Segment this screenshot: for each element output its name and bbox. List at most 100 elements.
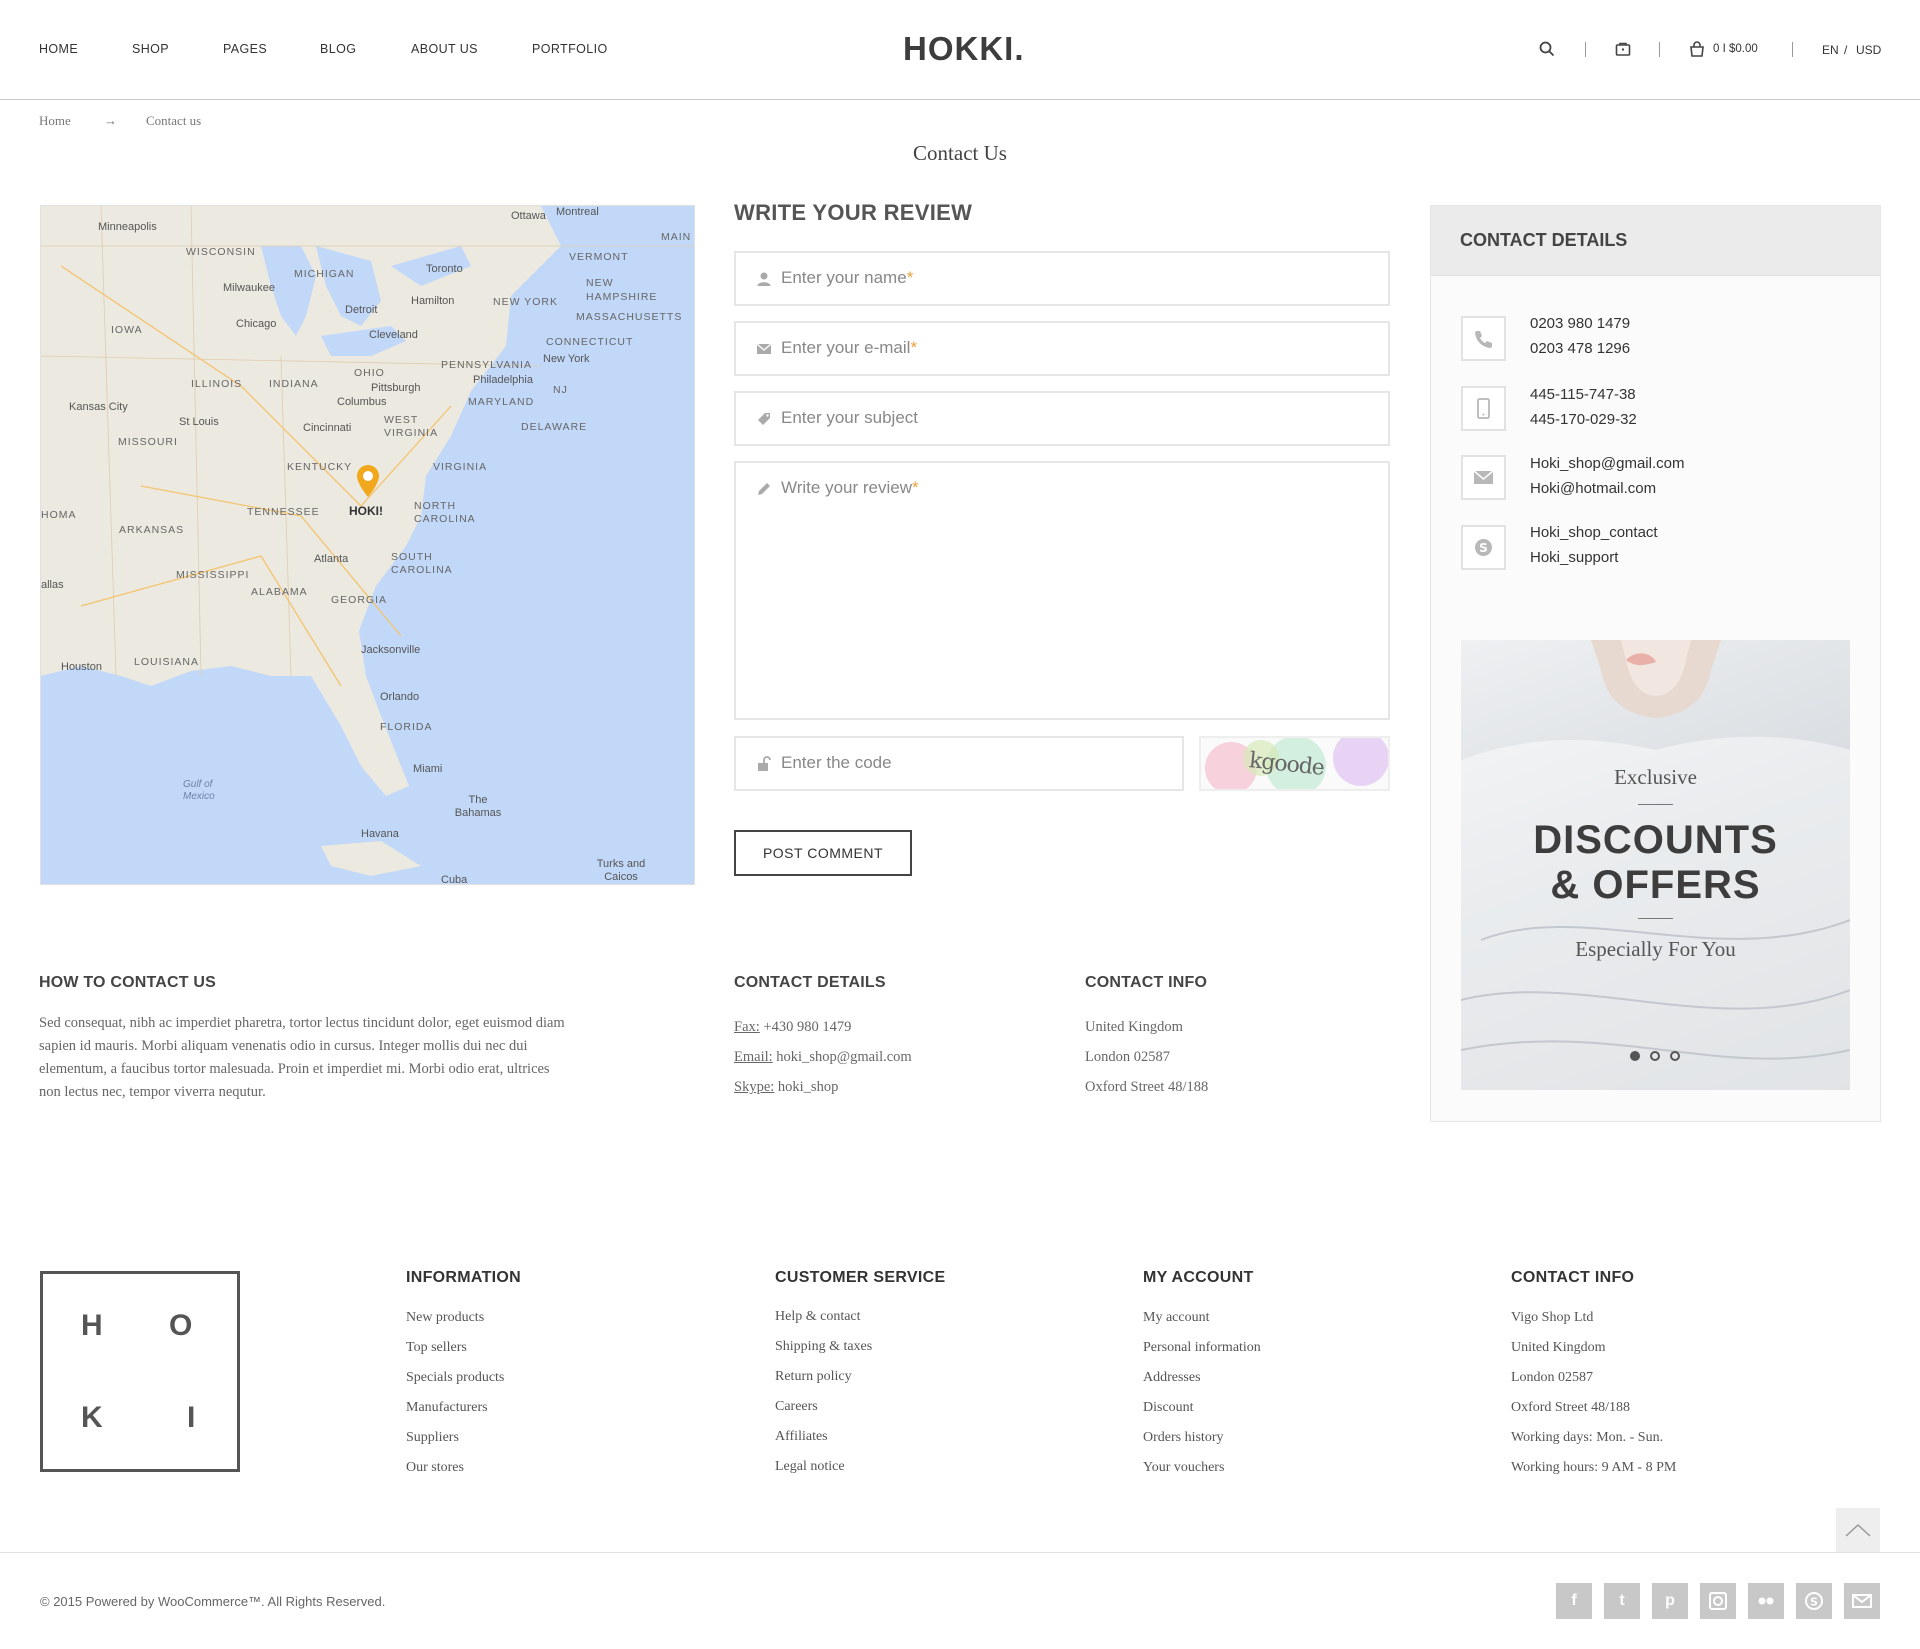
google-map[interactable]: Ottawa Montreal MAIN Minneapolis WISCONS… bbox=[40, 205, 695, 885]
email-field[interactable]: Enter your e-mail* bbox=[734, 321, 1390, 376]
promo-line1: Exclusive bbox=[1614, 765, 1697, 789]
post-comment-button[interactable]: POST COMMENT bbox=[734, 830, 912, 876]
skype-handle[interactable]: Hoki_shop_contact bbox=[1530, 524, 1658, 541]
promo-line3: & OFFERS bbox=[1550, 863, 1761, 907]
mobile-number[interactable]: 445-170-029-32 bbox=[1530, 411, 1637, 428]
svg-text:S: S bbox=[1479, 541, 1488, 555]
search-icon[interactable] bbox=[1539, 41, 1555, 62]
wishlist-icon[interactable] bbox=[1615, 41, 1631, 62]
review-textarea[interactable]: Write your review* bbox=[734, 461, 1390, 720]
cart-summary[interactable]: 0 I $0.00 bbox=[1713, 43, 1758, 55]
mail-icon[interactable] bbox=[1844, 1583, 1880, 1619]
map-label: Columbus bbox=[337, 396, 387, 408]
slider-dot-active[interactable] bbox=[1630, 1051, 1640, 1061]
slider-dot[interactable] bbox=[1650, 1051, 1660, 1061]
map-label: HOMA bbox=[41, 509, 77, 521]
map-label: Cuba bbox=[441, 874, 468, 885]
facebook-icon[interactable]: f bbox=[1556, 1583, 1592, 1619]
header-divider bbox=[1585, 42, 1586, 57]
contact-info-heading: CONTACT INFO bbox=[1085, 974, 1208, 991]
footer-contact-line: United Kingdom bbox=[1511, 1340, 1606, 1355]
tumblr-icon[interactable]: t bbox=[1604, 1583, 1640, 1619]
map-label: Pittsburgh bbox=[371, 382, 421, 394]
map-label: Havana bbox=[361, 828, 399, 840]
footer-link[interactable]: Suppliers bbox=[406, 1430, 459, 1446]
skype-value[interactable]: hoki_shop bbox=[778, 1079, 838, 1095]
footer-contact-line: Working days: Mon. - Sun. bbox=[1511, 1430, 1664, 1445]
footer-link[interactable]: Affiliates bbox=[775, 1429, 828, 1445]
footer-logo-letter: I bbox=[187, 1401, 196, 1434]
footer-link[interactable]: Return policy bbox=[775, 1369, 852, 1385]
footer-link[interactable]: Personal information bbox=[1143, 1340, 1261, 1356]
name-field[interactable]: Enter your name* bbox=[734, 251, 1390, 306]
captcha-input[interactable]: Enter the code bbox=[734, 736, 1184, 791]
slider-dot[interactable] bbox=[1670, 1051, 1680, 1061]
map-marker-icon[interactable] bbox=[356, 464, 380, 503]
skype-icon[interactable]: S bbox=[1796, 1583, 1832, 1619]
cart-icon[interactable] bbox=[1689, 41, 1705, 62]
nav-about-us[interactable]: ABOUT US bbox=[411, 42, 478, 56]
how-to-line: elementum, a faucibus tortor malesuada. … bbox=[39, 1061, 550, 1077]
footer-link[interactable]: Manufacturers bbox=[406, 1400, 488, 1416]
contact-info-line: United Kingdom bbox=[1085, 1019, 1183, 1035]
footer-link[interactable]: Careers bbox=[775, 1399, 818, 1415]
nav-shop[interactable]: SHOP bbox=[132, 42, 169, 56]
map-label: IOWA bbox=[111, 324, 143, 336]
nav-blog[interactable]: BLOG bbox=[320, 42, 356, 56]
email-address[interactable]: Hoki_shop@gmail.com bbox=[1530, 455, 1684, 472]
contact-sidebar: CONTACT DETAILS 0203 980 1479 0203 478 1… bbox=[1430, 205, 1881, 1122]
contact-info-list: United Kingdom London 02587 Oxford Stree… bbox=[1085, 1012, 1208, 1102]
nav-portfolio[interactable]: PORTFOLIO bbox=[532, 42, 608, 56]
subject-field[interactable]: Enter your subject bbox=[734, 391, 1390, 446]
footer-link[interactable]: Your vouchers bbox=[1143, 1460, 1224, 1476]
footer-link[interactable]: Orders history bbox=[1143, 1430, 1224, 1446]
promo-banner[interactable]: Exclusive DISCOUNTS & OFFERS Especially … bbox=[1461, 640, 1850, 1090]
currency-selector[interactable]: USD bbox=[1856, 43, 1881, 57]
footer-link[interactable]: Specials products bbox=[406, 1370, 504, 1386]
skype-handle[interactable]: Hoki_support bbox=[1530, 549, 1618, 566]
map-label: TENNESSEE bbox=[247, 506, 320, 518]
map-label: MARYLAND bbox=[468, 396, 535, 408]
map-label: NEW HAMPSHIRE bbox=[586, 277, 658, 303]
email-value[interactable]: hoki_shop@gmail.com bbox=[776, 1049, 911, 1065]
flickr-icon[interactable] bbox=[1748, 1583, 1784, 1619]
map-label: DELAWARE bbox=[521, 421, 588, 433]
footer-logo[interactable]: H O K I bbox=[40, 1271, 240, 1472]
footer-link[interactable]: Top sellers bbox=[406, 1340, 467, 1356]
footer-heading-information: INFORMATION bbox=[406, 1269, 521, 1286]
map-label: MAIN bbox=[661, 231, 692, 243]
nav-home[interactable]: HOME bbox=[39, 42, 78, 56]
breadcrumb-home[interactable]: Home bbox=[39, 113, 71, 129]
map-label: WISCONSIN bbox=[186, 246, 256, 258]
footer-logo-letter: K bbox=[81, 1401, 103, 1434]
map-label: Minneapolis bbox=[98, 221, 157, 233]
map-label: New York bbox=[543, 353, 590, 365]
map-label: NORTH CAROLINA bbox=[414, 500, 476, 525]
footer-link[interactable]: Legal notice bbox=[775, 1459, 845, 1475]
review-placeholder: Write your review bbox=[781, 478, 912, 497]
mobile-number[interactable]: 445-115-747-38 bbox=[1530, 386, 1636, 403]
sidebar-heading: CONTACT DETAILS bbox=[1460, 230, 1628, 250]
footer-link[interactable]: New products bbox=[406, 1310, 484, 1326]
footer-link[interactable]: Help & contact bbox=[775, 1309, 861, 1325]
back-to-top-button[interactable] bbox=[1836, 1508, 1880, 1552]
language-selector[interactable]: EN bbox=[1822, 43, 1839, 57]
review-heading: WRITE YOUR REVIEW bbox=[734, 200, 973, 225]
map-label: Chicago bbox=[236, 318, 277, 330]
map-label: Philadelphia bbox=[473, 374, 533, 386]
email-address[interactable]: Hoki@hotmail.com bbox=[1530, 480, 1656, 497]
footer-link[interactable]: Shipping & taxes bbox=[775, 1339, 872, 1355]
instagram-icon[interactable] bbox=[1700, 1583, 1736, 1619]
fax-label: Fax: bbox=[734, 1019, 760, 1035]
how-to-line: sapien id mauris. Morbi aliquam venenati… bbox=[39, 1038, 528, 1054]
nav-pages[interactable]: PAGES bbox=[223, 42, 267, 56]
footer-link[interactable]: Addresses bbox=[1143, 1370, 1201, 1386]
phone-number[interactable]: 0203 980 1479 bbox=[1530, 315, 1630, 332]
footer-link[interactable]: Discount bbox=[1143, 1400, 1194, 1416]
footer-link[interactable]: Our stores bbox=[406, 1460, 464, 1476]
contact-details-list: Fax: +430 980 1479 Email: hoki_shop@gmai… bbox=[734, 1012, 912, 1102]
phone-number[interactable]: 0203 478 1296 bbox=[1530, 340, 1630, 357]
pinterest-icon[interactable]: p bbox=[1652, 1583, 1688, 1619]
footer-link[interactable]: My account bbox=[1143, 1310, 1209, 1326]
site-logo[interactable]: HOKKI. bbox=[903, 30, 1025, 68]
